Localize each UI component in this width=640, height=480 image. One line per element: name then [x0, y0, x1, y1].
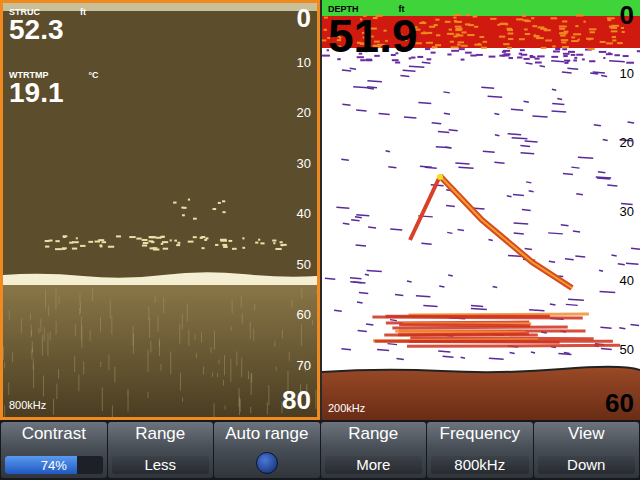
depth-scale-label: 40: [297, 207, 311, 220]
structure-panel[interactable]: STRUCft52.3 WTRTMP°C19.1 0 10 20 30 40 50 60 70 80…: [0, 0, 320, 420]
depth-scale-label: 30: [297, 156, 311, 169]
depth-scale-label: 30: [620, 205, 634, 218]
reading: DEPTHft51.9: [328, 4, 418, 59]
button-label: Range: [135, 425, 185, 444]
toolbar-button[interactable]: Frequency 800kHz: [427, 422, 533, 478]
button-label: Frequency: [440, 425, 520, 444]
depth-scale-label: 70: [297, 358, 311, 371]
slider-reading: 74%: [5, 456, 103, 474]
reading-value: 52.3: [9, 16, 99, 44]
button-label: Auto range: [225, 425, 308, 444]
reading: STRUCft52.3: [9, 7, 99, 44]
sonar-image: [322, 0, 640, 420]
toolbar-button[interactable]: Range More: [321, 422, 427, 478]
reading-value: 19.1: [9, 79, 99, 107]
panel-row: STRUCft52.3 WTRTMP°C19.1 0 10 20 30 40 50 60 70 80…: [0, 0, 640, 420]
contrast-slider[interactable]: 74%: [5, 456, 103, 474]
depth-scale-label: 50: [297, 257, 311, 270]
frequency-label: 800kHz: [9, 399, 46, 411]
button-value: Down: [538, 456, 636, 474]
depth-scale-label: 60: [605, 390, 634, 416]
fishfinder-screen: STRUCft52.3 WTRTMP°C19.1 0 10 20 30 40 50 60 70 80…: [0, 0, 640, 480]
depth-scale-label: 20: [620, 136, 634, 149]
depth-scale-label: 40: [620, 274, 634, 287]
depth-scale-label: 0: [297, 5, 311, 31]
readings: DEPTHft51.9: [328, 4, 418, 59]
button-label: Range: [348, 425, 398, 444]
toolbar: Contrast74%RangeLessAuto rangeRangeMoreF…: [0, 420, 640, 480]
depth-scale-label: 20: [297, 106, 311, 119]
toolbar-button[interactable]: Auto range: [214, 422, 320, 478]
depth-scale-label: 50: [620, 343, 634, 356]
button-value: More: [325, 456, 423, 474]
reading: WTRTMP°C19.1: [9, 70, 99, 107]
toolbar-button[interactable]: Range Less: [108, 422, 214, 478]
depth-scale-label: 80: [282, 387, 311, 413]
structure-sonar-image: [3, 3, 317, 417]
depth-scale-label: 0: [620, 2, 634, 28]
frequency-label: 200kHz: [328, 402, 365, 414]
button-label: View: [568, 425, 605, 444]
button-value: Less: [112, 456, 210, 474]
toolbar-button[interactable]: Contrast 74%: [1, 422, 107, 478]
reading-value: 51.9: [328, 13, 418, 59]
depth-scale-label: 10: [297, 55, 311, 68]
button-value: 800kHz: [431, 456, 529, 474]
depth-scale-label: 10: [620, 67, 634, 80]
depth-scale-label: 60: [297, 308, 311, 321]
sonar-panel[interactable]: DEPTHft51.9 0 10 20 30 40 50 60 200kHz: [322, 0, 640, 420]
button-label: Contrast: [22, 425, 86, 444]
toolbar-button[interactable]: View Down: [534, 422, 640, 478]
readings: STRUCft52.3 WTRTMP°C19.1: [9, 7, 99, 107]
toggle-knob-icon[interactable]: [256, 452, 278, 474]
